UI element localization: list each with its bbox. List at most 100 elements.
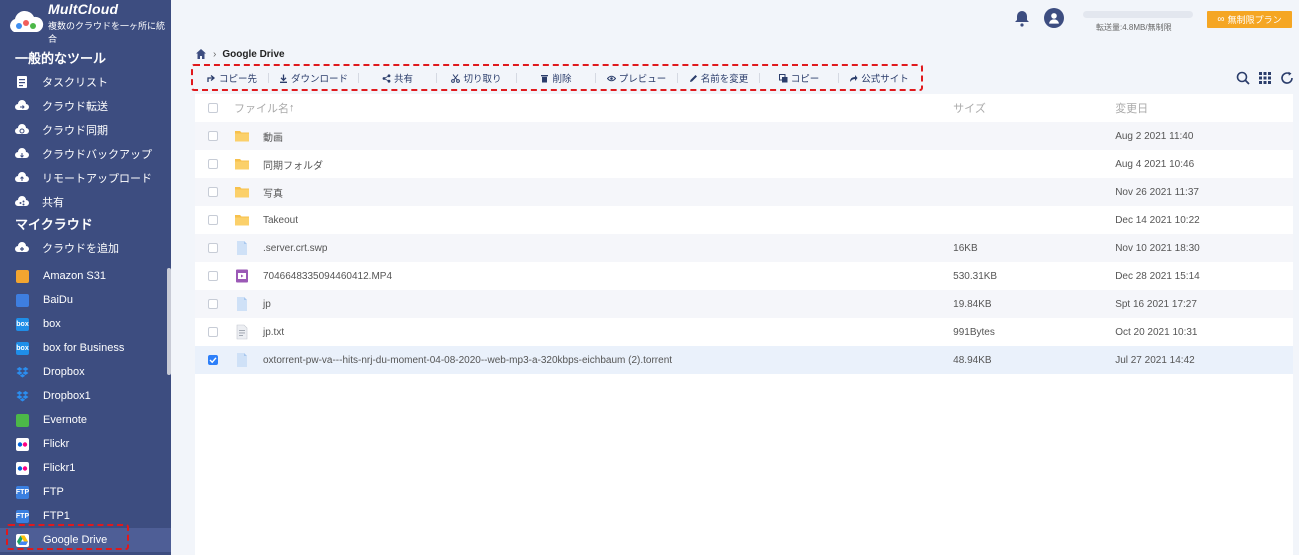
toolbar-label: 名前を変更 (700, 74, 749, 85)
column-header-name[interactable]: ファイル名 (234, 100, 289, 116)
column-header-date[interactable]: 変更日 (1115, 100, 1293, 116)
transfer-usage-bar (1083, 11, 1193, 18)
evernote-icon (16, 413, 29, 427)
sidebar-item-task-list[interactable]: タスクリスト (0, 70, 171, 94)
row-checkbox[interactable] (208, 215, 218, 225)
sidebar-cloud-evernote[interactable]: Evernote (0, 408, 171, 432)
row-checkbox[interactable] (208, 299, 218, 309)
row-checkbox[interactable] (208, 131, 218, 141)
sidebar-cloud-amazon-s31[interactable]: Amazon S31 (0, 264, 171, 288)
sidebar-item-label: box (43, 318, 61, 330)
brand-name: MultCloud (48, 1, 119, 17)
toolbar-label: 共有 (393, 74, 413, 85)
table-row[interactable]: Takeout Dec 14 2021 10:22 (195, 206, 1293, 234)
breadcrumb-current[interactable]: Google Drive (222, 49, 284, 60)
sidebar-scrollbar[interactable] (167, 268, 171, 375)
column-header-size[interactable]: サイズ (953, 100, 1115, 116)
row-checkbox[interactable] (208, 187, 218, 197)
sidebar-item-cloud-backup[interactable]: クラウドバックアップ (0, 142, 171, 166)
row-checkbox[interactable] (208, 355, 218, 365)
row-checkbox[interactable] (208, 243, 218, 253)
sidebar-item-label: box for Business (43, 342, 125, 354)
rename-icon (689, 74, 698, 83)
file-name[interactable]: jp (263, 299, 271, 310)
row-checkbox[interactable] (208, 159, 218, 169)
table-row[interactable]: 7046648335094460412.MP4 530.31KB Dec 28 … (195, 262, 1293, 290)
official-site-button[interactable]: 公式サイト (839, 67, 919, 89)
user-avatar[interactable] (1044, 8, 1064, 28)
my-cloud-section-title: マイクラウド (15, 217, 93, 232)
sidebar-item-remote-upload[interactable]: リモートアップロード (0, 166, 171, 190)
sidebar-cloud-dropbox1[interactable]: Dropbox1 (0, 384, 171, 408)
table-row[interactable]: 動画 Aug 2 2021 11:40 (195, 122, 1293, 150)
copy-to-button[interactable]: コピー先 (196, 67, 268, 89)
table-row[interactable]: oxtorrent-pw-va---hits-nrj-du-moment-04-… (195, 346, 1293, 374)
transfer-usage-text: 転送量:4.8MB/無制限 (1096, 23, 1172, 32)
cut-button[interactable]: 切り取り (437, 67, 516, 89)
brand[interactable]: MultCloud 複数のクラウドを一ヶ所に統合 (0, 0, 171, 46)
download-button[interactable]: ダウンロード (269, 67, 358, 89)
sidebar-cloud-google-drive[interactable]: Google Drive (0, 528, 171, 552)
row-checkbox[interactable] (208, 327, 218, 337)
sidebar-cloud-ftp1[interactable]: FTP FTP1 (0, 504, 171, 528)
file-name[interactable]: .server.crt.swp (263, 243, 327, 254)
refresh-icon[interactable] (1280, 71, 1294, 85)
toolbar-label: ダウンロード (290, 74, 348, 85)
copy-icon (778, 73, 788, 83)
file-date: Aug 2 2021 11:40 (1115, 130, 1194, 142)
select-all-checkbox[interactable] (208, 103, 218, 113)
file-name[interactable]: 動画 (263, 129, 283, 144)
sidebar-cloud-box[interactable]: box box (0, 312, 171, 336)
delete-icon (540, 74, 549, 83)
sidebar-cloud-box-business[interactable]: box box for Business (0, 336, 171, 360)
file-name[interactable]: 同期フォルダ (263, 157, 323, 172)
share-button[interactable]: 共有 (359, 67, 436, 89)
flickr-icon (16, 461, 29, 475)
box-business-icon: box (16, 341, 29, 355)
file-icon (234, 296, 250, 312)
table-row[interactable]: 写真 Nov 26 2021 11:37 (195, 178, 1293, 206)
copy-button[interactable]: コピー (760, 67, 838, 89)
sidebar-item-label: FTP1 (43, 510, 70, 522)
file-date: Nov 10 2021 18:30 (1115, 242, 1200, 254)
upgrade-plan-button[interactable]: ∞ 無制限プラン (1207, 11, 1292, 28)
home-icon[interactable] (195, 48, 207, 60)
sort-ascending-icon[interactable]: ↑ (289, 102, 295, 114)
sidebar-cloud-flickr1[interactable]: Flickr1 (0, 456, 171, 480)
file-icon (234, 352, 250, 368)
add-cloud-button[interactable]: クラウドを追加 (0, 236, 171, 260)
table-row[interactable]: 同期フォルダ Aug 4 2021 10:46 (195, 150, 1293, 178)
toolbar-label: プレビュー (618, 74, 667, 85)
sidebar-item-label: Evernote (43, 414, 88, 426)
flickr-icon (16, 437, 29, 451)
add-cloud-icon (15, 241, 29, 255)
toolbar-label: 切り取り (463, 74, 502, 85)
grid-view-icon[interactable] (1258, 71, 1272, 85)
sidebar-item-cloud-sync[interactable]: クラウド同期 (0, 118, 171, 142)
table-row[interactable]: jp.txt 991Bytes Oct 20 2021 10:31 (195, 318, 1293, 346)
sidebar-item-share[interactable]: 共有 (0, 190, 171, 214)
sidebar-item-cloud-transfer[interactable]: クラウド転送 (0, 94, 171, 118)
file-list: ファイル名 ↑ サイズ 変更日 動画 Aug 2 2021 11:40 同期フォ… (195, 94, 1293, 555)
rename-button[interactable]: 名前を変更 (678, 67, 759, 89)
delete-button[interactable]: 削除 (517, 67, 595, 89)
file-name[interactable]: oxtorrent-pw-va---hits-nrj-du-moment-04-… (263, 355, 672, 366)
row-checkbox[interactable] (208, 271, 218, 281)
share-icon (382, 73, 391, 83)
sidebar-cloud-dropbox[interactable]: Dropbox (0, 360, 171, 384)
notification-bell-icon[interactable] (1013, 9, 1031, 27)
table-row[interactable]: jp 19.84KB Spt 16 2021 17:27 (195, 290, 1293, 318)
file-name[interactable]: jp.txt (263, 327, 284, 338)
preview-button[interactable]: プレビュー (596, 67, 677, 89)
table-row[interactable]: .server.crt.swp 16KB Nov 10 2021 18:30 (195, 234, 1293, 262)
search-icon[interactable] (1236, 71, 1250, 85)
sidebar-cloud-flickr[interactable]: Flickr (0, 432, 171, 456)
ftp-icon: FTP (16, 485, 29, 499)
sidebar-item-label: BaiDu (43, 294, 73, 306)
breadcrumb: › Google Drive (195, 47, 285, 61)
file-name[interactable]: 7046648335094460412.MP4 (263, 271, 392, 282)
sidebar-cloud-ftp[interactable]: FTP FTP (0, 480, 171, 504)
file-name[interactable]: Takeout (263, 215, 298, 226)
file-name[interactable]: 写真 (263, 185, 283, 200)
sidebar-cloud-baidu[interactable]: BaiDu (0, 288, 171, 312)
